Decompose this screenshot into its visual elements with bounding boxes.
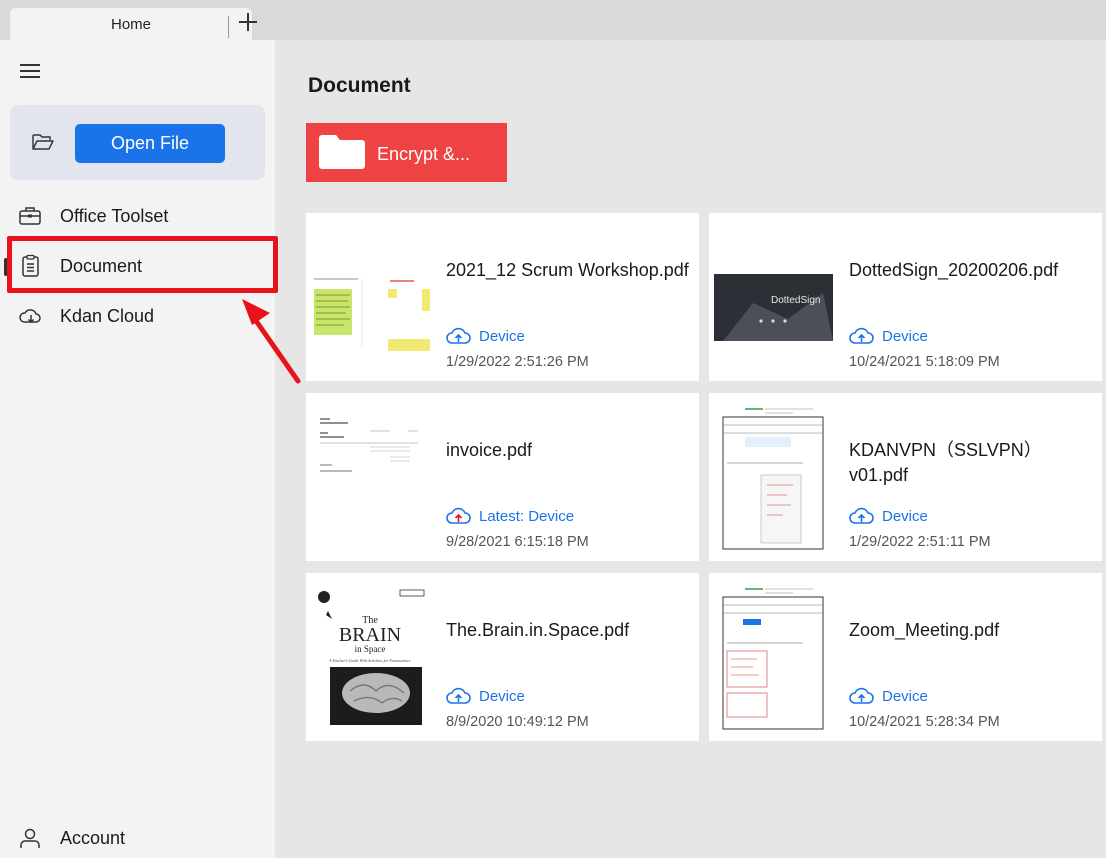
file-card[interactable]: invoice.pdf Latest: Device 9/28/2021 6:1… bbox=[306, 393, 699, 561]
cloud-upload-icon bbox=[446, 687, 471, 704]
cloud-download-icon bbox=[19, 309, 41, 324]
tab-bar: Home bbox=[0, 0, 1106, 40]
file-name: The.Brain.in.Space.pdf bbox=[446, 620, 630, 640]
storage-label: Device bbox=[882, 687, 928, 705]
storage-location: Device bbox=[849, 327, 928, 345]
active-indicator bbox=[4, 258, 8, 276]
cloud-upload-icon bbox=[849, 687, 874, 704]
sidebar-item-label: Document bbox=[60, 255, 143, 276]
tab-home[interactable]: Home bbox=[10, 8, 252, 40]
sidebar-item-label: Kdan Cloud bbox=[60, 305, 155, 326]
storage-label: Device bbox=[882, 327, 928, 345]
file-date: 1/29/2022 2:51:11 PM bbox=[849, 534, 991, 550]
sidebar-item-label: Account bbox=[60, 827, 126, 848]
storage-label: Device bbox=[479, 327, 525, 345]
file-date: 1/29/2022 2:51:26 PM bbox=[446, 354, 589, 370]
storage-location: Device bbox=[849, 687, 928, 705]
cloud-upload-icon bbox=[446, 507, 471, 524]
toolbox-icon bbox=[19, 207, 41, 225]
file-card[interactable]: KDANVPN（SSLVPN）v01.pdf Device 1/29/2022 … bbox=[709, 393, 1102, 561]
file-date: 8/9/2020 10:49:12 PM bbox=[446, 714, 589, 730]
open-file-button[interactable]: Open File bbox=[75, 124, 225, 163]
file-card[interactable]: Zoom_Meeting.pdf Device 10/24/2021 5:28:… bbox=[709, 573, 1102, 741]
new-tab-icon[interactable] bbox=[236, 10, 260, 34]
storage-location: Latest: Device bbox=[446, 507, 574, 525]
storage-location: Device bbox=[446, 327, 525, 345]
file-thumbnail bbox=[722, 408, 824, 550]
tab-separator bbox=[228, 16, 229, 38]
sidebar-item-label: Office Toolset bbox=[60, 205, 169, 226]
cloud-upload-icon bbox=[446, 327, 471, 344]
file-thumbnail bbox=[310, 223, 430, 371]
storage-label: Device bbox=[882, 507, 928, 525]
file-date: 10/24/2021 5:28:34 PM bbox=[849, 714, 1000, 730]
thumbnail-text: in Space bbox=[355, 644, 386, 654]
thumbnail-text: BRAIN bbox=[339, 624, 401, 646]
storage-location: Device bbox=[446, 687, 525, 705]
file-card[interactable]: The BRAIN in Space A Teacher's Guide Wit… bbox=[306, 573, 699, 741]
sidebar-item-account[interactable]: Account bbox=[0, 818, 275, 858]
sidebar: Open File Office Toolset Document Kdan C… bbox=[0, 40, 275, 858]
document-list-icon bbox=[22, 254, 39, 277]
file-name: 2021_12 Scrum Workshop.pdf bbox=[446, 260, 689, 280]
file-card[interactable]: 2021_12 Scrum Workshop.pdf Device 1/29/2… bbox=[306, 213, 699, 381]
file-thumbnail: The BRAIN in Space A Teacher's Guide Wit… bbox=[310, 583, 430, 731]
encrypt-tile-label: Encrypt &... bbox=[377, 144, 471, 164]
folder-icon bbox=[319, 135, 365, 169]
file-name: DottedSign_20200206.pdf bbox=[849, 260, 1059, 280]
page-title: Document bbox=[308, 74, 411, 97]
thumbnail-text: A Teacher's Guide With Activities for Ne… bbox=[328, 658, 411, 663]
file-thumbnail bbox=[722, 588, 824, 730]
sidebar-item-office-toolset[interactable]: Office Toolset bbox=[0, 196, 275, 236]
account-icon bbox=[20, 828, 40, 848]
file-date: 9/28/2021 6:15:18 PM bbox=[446, 534, 589, 550]
file-name: KDANVPN（SSLVPN）v01.pdf bbox=[849, 440, 1042, 485]
file-name: Zoom_Meeting.pdf bbox=[849, 620, 1000, 640]
storage-label: Device bbox=[479, 687, 525, 705]
hamburger-menu-icon[interactable] bbox=[20, 64, 40, 78]
file-card[interactable]: DottedSign DottedSign_20200206.pdf Devic… bbox=[709, 213, 1102, 381]
sidebar-item-document[interactable]: Document bbox=[0, 246, 275, 286]
main-content: Document Encrypt &... 2021_12 Scrum Work… bbox=[275, 40, 1106, 858]
folder-open-icon bbox=[32, 134, 54, 150]
thumbnail-text: DottedSign bbox=[771, 295, 820, 306]
cloud-upload-icon bbox=[849, 327, 874, 344]
cloud-upload-icon bbox=[849, 507, 874, 524]
file-thumbnail bbox=[310, 403, 430, 551]
open-file-card: Open File bbox=[10, 105, 265, 180]
encrypt-tool-tile[interactable]: Encrypt &... bbox=[306, 123, 507, 182]
sidebar-item-kdan-cloud[interactable]: Kdan Cloud bbox=[0, 296, 275, 336]
file-date: 10/24/2021 5:18:09 PM bbox=[849, 354, 1000, 370]
file-name: invoice.pdf bbox=[446, 440, 533, 460]
storage-location: Device bbox=[849, 507, 928, 525]
file-thumbnail: DottedSign bbox=[713, 223, 833, 371]
storage-label: Latest: Device bbox=[479, 507, 575, 525]
